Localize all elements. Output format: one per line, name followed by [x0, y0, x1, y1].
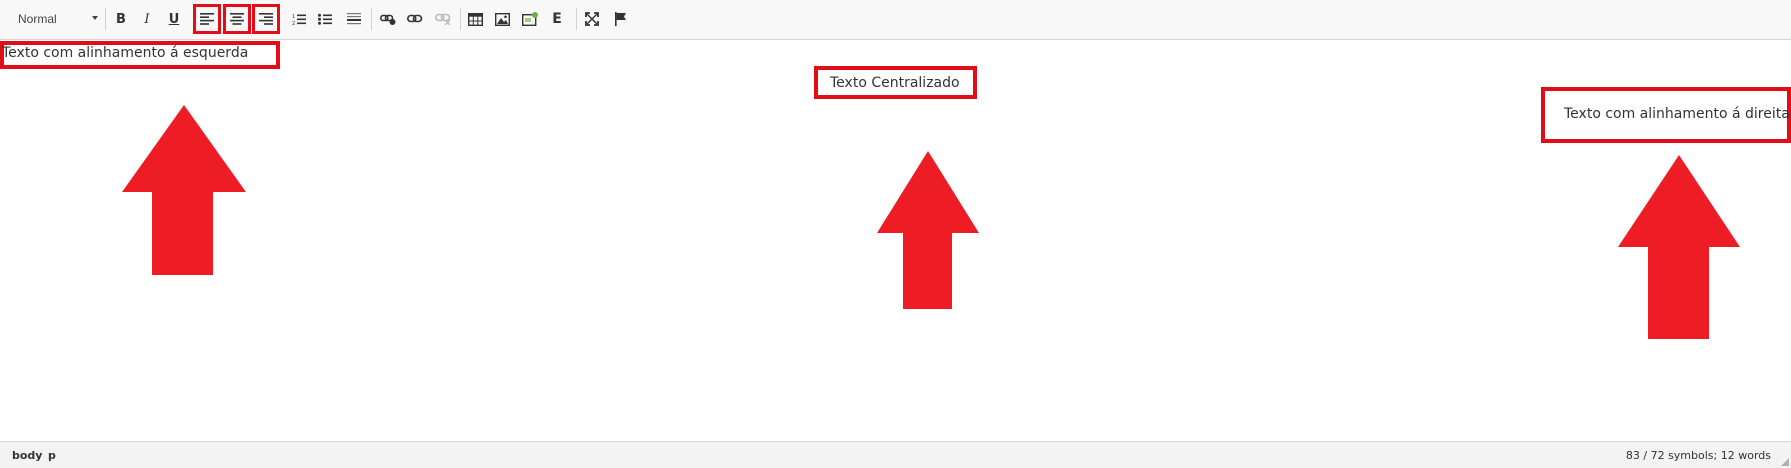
insert-link-button[interactable] — [376, 7, 400, 31]
italic-button[interactable]: I — [135, 7, 159, 31]
italic-icon: I — [144, 11, 150, 27]
editor-content-area[interactable]: Texto com alinhamento á esquerda Texto C… — [0, 41, 1791, 441]
table-button[interactable] — [463, 7, 487, 31]
chevron-down-icon — [92, 16, 98, 20]
paragraph-center[interactable]: Texto Centralizado — [830, 75, 960, 91]
table-icon — [467, 12, 483, 26]
anchor-button[interactable] — [608, 7, 632, 31]
underline-button[interactable]: U — [162, 7, 186, 31]
fullscreen-button[interactable] — [580, 7, 604, 31]
link-icon — [407, 14, 423, 23]
bold-button[interactable]: B — [109, 7, 133, 31]
numbered-list-button[interactable]: 1 2 — [287, 7, 311, 31]
unlink-button[interactable] — [431, 7, 455, 31]
format-dropdown-value: Normal — [18, 12, 57, 26]
link-button[interactable] — [403, 7, 427, 31]
align-center-icon — [230, 13, 244, 25]
unlink-icon — [435, 13, 451, 25]
paragraph-left[interactable]: Texto com alinhamento á esquerda — [2, 45, 248, 61]
toolbar-separator — [576, 8, 577, 30]
toolbar-separator — [105, 8, 106, 30]
toolbar-separator — [460, 8, 461, 30]
source-button[interactable]: E — [545, 7, 569, 31]
toolbar-separator — [371, 8, 372, 30]
word-count: 83 / 72 symbols; 12 words — [1625, 449, 1771, 462]
svg-text:1: 1 — [292, 14, 295, 20]
horizontal-rule-icon — [347, 12, 361, 24]
paragraph-right[interactable]: Texto com alinhamento á direita — [1564, 106, 1790, 122]
editor-toolbar: Normal B I U 1 2 E — [0, 0, 1791, 40]
bullet-list-button[interactable] — [313, 7, 337, 31]
underline-icon: U — [168, 11, 180, 27]
link-plus-icon — [380, 14, 396, 25]
align-left-icon — [200, 13, 214, 25]
arrow-up-icon — [1618, 155, 1740, 339]
element-path-p[interactable]: p — [48, 449, 56, 462]
fullscreen-icon — [585, 12, 599, 26]
media-button[interactable] — [518, 7, 542, 31]
arrow-up-icon — [122, 105, 246, 275]
align-center-button[interactable] — [223, 4, 251, 34]
element-path-body[interactable]: body — [12, 449, 42, 462]
bullet-list-icon — [318, 13, 332, 25]
status-bar: body p 83 / 72 symbols; 12 words — [0, 441, 1791, 468]
horizontal-rule-button[interactable] — [342, 7, 366, 31]
arrow-up-icon — [877, 151, 979, 309]
format-dropdown[interactable]: Normal — [8, 8, 98, 30]
image-icon — [494, 12, 510, 26]
align-right-button[interactable] — [252, 4, 280, 34]
flag-icon — [614, 12, 626, 26]
numbered-list-icon: 1 2 — [292, 14, 306, 26]
resize-handle-icon[interactable] — [1781, 458, 1789, 466]
bold-icon: B — [116, 11, 126, 27]
media-icon — [522, 12, 538, 26]
align-left-button[interactable] — [193, 4, 221, 34]
align-right-icon — [259, 13, 273, 25]
svg-text:2: 2 — [292, 21, 295, 26]
image-button[interactable] — [490, 7, 514, 31]
source-icon: E — [552, 11, 562, 27]
